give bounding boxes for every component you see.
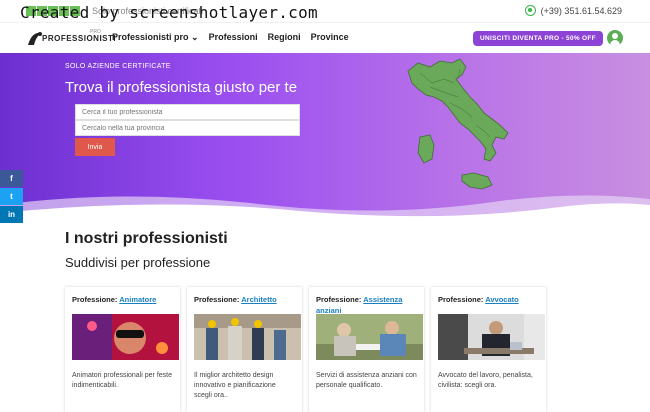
card-link-architetto[interactable]: Architetto xyxy=(241,295,276,304)
submit-button[interactable]: Invia xyxy=(75,138,115,156)
card-description: Servizi di assistenza anziani con person… xyxy=(316,372,417,389)
user-account-icon[interactable] xyxy=(607,30,623,46)
card-description: Il miglior architetto design innovativo … xyxy=(194,372,276,399)
nav-item-regioni[interactable]: Regioni xyxy=(268,32,301,43)
logo-text: PROFESSIONISTI xyxy=(42,34,117,43)
italy-map-icon xyxy=(407,58,509,190)
phone-contact[interactable]: (+39) 351.61.54.629 xyxy=(524,5,622,16)
logo-subtext: PRO xyxy=(90,29,101,35)
profession-card-animatore[interactable]: Professione: Animatore Animatori profess… xyxy=(65,287,180,412)
card-link-avvocato[interactable]: Avvocato xyxy=(485,295,518,304)
top-bar: Solo professionisti certificati (+39) 35… xyxy=(0,0,650,22)
province-search-input[interactable] xyxy=(75,120,300,136)
profession-cards: Professione: Animatore Animatori profess… xyxy=(65,287,546,412)
section-subtitle: Suddivisi per professione xyxy=(65,255,211,270)
professional-search-input[interactable] xyxy=(75,104,300,120)
facebook-share-button[interactable]: f xyxy=(0,170,23,187)
join-pro-button[interactable]: UNISCITI DIVENTA PRO - 50% OFF xyxy=(473,31,603,46)
animatore-photo xyxy=(72,314,179,360)
hero-wave xyxy=(0,195,650,223)
hero-title: Trova il professionista giusto per te xyxy=(65,79,298,96)
site-logo[interactable]: PROFESSIONISTI PRO xyxy=(26,27,116,49)
section-title: I nostri professionisti xyxy=(65,230,228,247)
card-heading: Professione: Assistenza anziani xyxy=(316,295,403,315)
card-description: Avvocato del lavoro, penalista, civilist… xyxy=(438,372,533,389)
twitter-share-button[interactable]: t xyxy=(0,188,23,205)
card-heading: Professione: Animatore xyxy=(72,295,157,304)
hero-tag: SOLO AZIENDE CERTIFICATE xyxy=(65,63,171,70)
linkedin-share-button[interactable]: in xyxy=(0,206,23,223)
profession-card-architetto[interactable]: Professione: Architetto Il miglior archi… xyxy=(187,287,302,412)
card-link-animatore[interactable]: Animatore xyxy=(119,295,156,304)
card-description: Animatori professionali per feste indime… xyxy=(72,372,172,389)
profession-card-assistenza-anziani[interactable]: Professione: Assistenza anziani Servizi … xyxy=(309,287,424,412)
social-share-bar: f t in xyxy=(0,170,23,224)
watermark: Created by screenshotlayer.com xyxy=(20,3,318,22)
architetto-photo xyxy=(194,314,301,360)
phone-number: (+39) 351.61.54.629 xyxy=(540,5,622,16)
card-heading: Professione: Avvocato xyxy=(438,295,519,304)
nav-item-professionisti-pro[interactable]: Professionisti pro ⌄ xyxy=(112,32,199,43)
card-heading: Professione: Architetto xyxy=(194,295,277,304)
nav-menu: Professionisti pro ⌄ Professioni Regioni… xyxy=(112,32,349,43)
profession-card-avvocato[interactable]: Professione: Avvocato Avvocato del lavor… xyxy=(431,287,546,412)
hero-banner: SOLO AZIENDE CERTIFICATE Trova il profes… xyxy=(0,53,650,223)
avvocato-photo xyxy=(438,314,545,360)
assistenza-anziani-photo xyxy=(316,314,423,360)
nav-item-province[interactable]: Province xyxy=(311,32,349,43)
main-nav: PROFESSIONISTI PRO Professionisti pro ⌄ … xyxy=(0,22,650,53)
nav-item-professioni[interactable]: Professioni xyxy=(209,32,258,43)
whatsapp-icon xyxy=(524,5,536,16)
